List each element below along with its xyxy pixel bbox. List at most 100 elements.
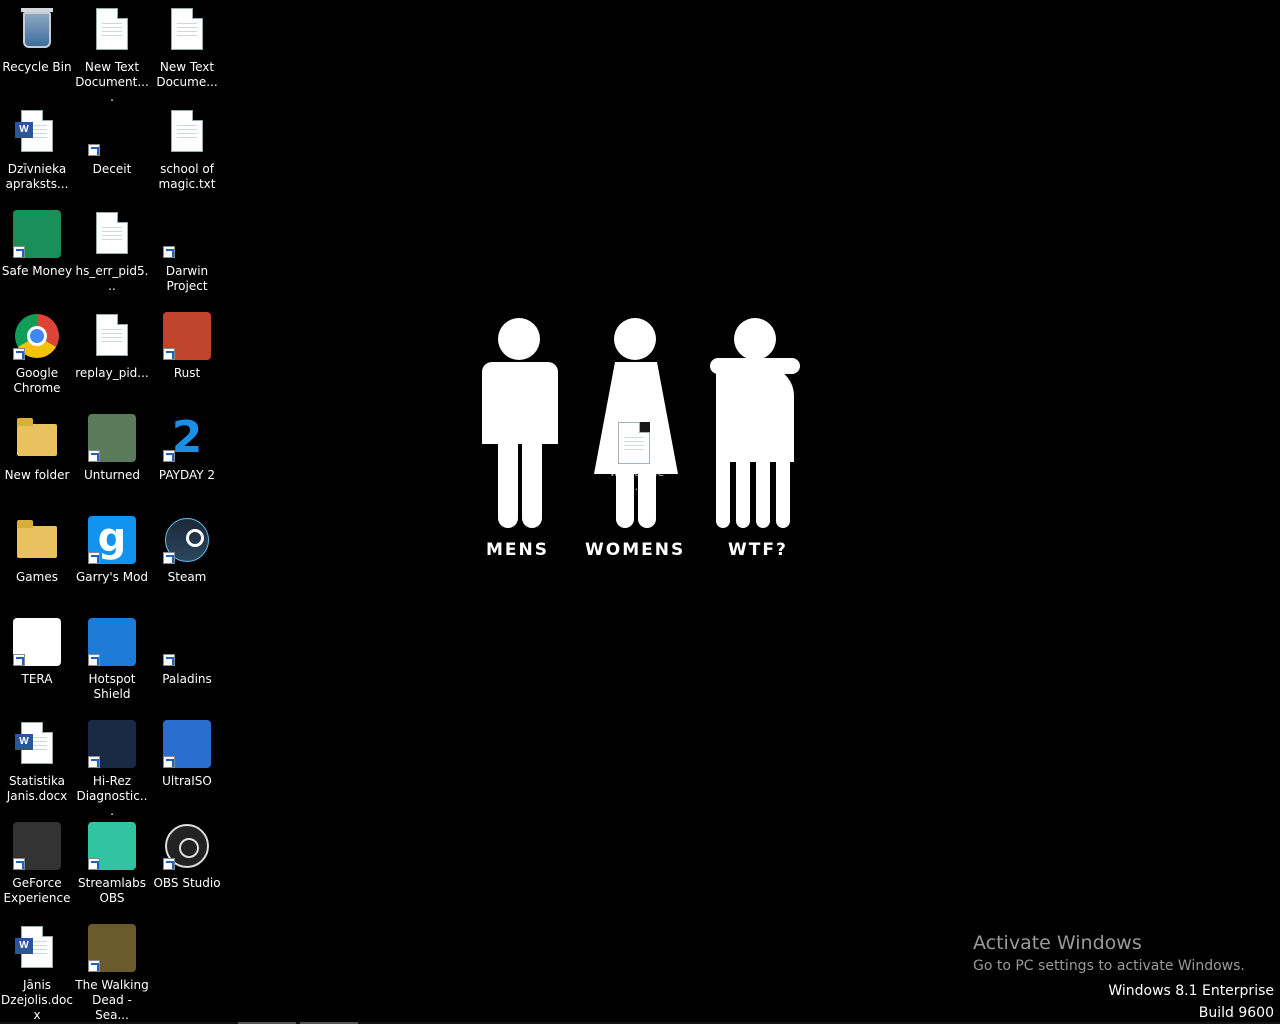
text-file-icon — [88, 6, 136, 54]
desktop-icon[interactable]: replay_pid... — [75, 312, 149, 381]
desktop-icon[interactable]: New Text Docume... — [150, 6, 224, 90]
wallpaper-label-womens: WOMENS — [585, 540, 686, 560]
garrys-mod-icon: g — [88, 516, 136, 564]
desktop-icon[interactable]: Rust — [150, 312, 224, 381]
geforce-icon — [13, 822, 61, 870]
desktop-icon-label: Dzīvnieka apraksts... — [5, 162, 69, 191]
hotspot-shield-icon — [88, 618, 136, 666]
desktop-icon[interactable]: Google Chrome — [0, 312, 74, 396]
recycle-bin-icon — [13, 6, 61, 54]
folder-icon — [13, 516, 61, 564]
desktop-icon[interactable]: W Dzīvnieka apraksts... — [0, 108, 74, 192]
ultraiso-icon — [163, 720, 211, 768]
desktop-icon-label: Hotspot Shield — [88, 672, 136, 701]
folder-icon — [13, 414, 61, 462]
mens-figure-leg-left — [498, 440, 518, 528]
desktop-icon[interactable]: Recycle Bin — [0, 6, 74, 75]
desktop-icon-label: hs_err_pid5... — [75, 264, 149, 293]
desktop-icon[interactable]: 2 PAYDAY 2 — [150, 414, 224, 483]
desktop-icon-label: Rust — [173, 366, 201, 380]
obs-icon — [163, 822, 211, 870]
desktop-icon[interactable]: GeForce Experience — [0, 822, 74, 906]
wtf-figure-body — [716, 366, 794, 462]
safe-money-icon — [13, 210, 61, 258]
text-file-icon — [88, 312, 136, 360]
activate-title: Activate Windows — [973, 932, 1142, 954]
build-text: Build 9600 — [1198, 1005, 1274, 1021]
wtf-figure-leg-1 — [716, 456, 730, 528]
desktop-icon[interactable]: TERA — [0, 618, 74, 687]
desktop-icon-label: Unturned — [83, 468, 141, 482]
womens-figure-head — [614, 318, 656, 360]
tera-icon — [13, 618, 61, 666]
desktop-icon[interactable]: Streamlabs OBS — [75, 822, 149, 906]
desktop-icon-label: Games — [16, 570, 58, 584]
desktop-icon-label: Statistika Janis.docx — [6, 774, 68, 803]
desktop-icon-label: New Text Docume... — [156, 60, 218, 89]
wtf-figure-leg-4 — [776, 456, 790, 528]
wtf-figure-head — [734, 318, 776, 360]
desktop-icon[interactable]: Darwin Project — [150, 210, 224, 294]
desktop-icon-label: GeForce Experience — [3, 876, 71, 905]
chrome-icon — [13, 312, 61, 360]
desktop-icon[interactable]: Games — [0, 516, 74, 585]
wtf-figure-leg-3 — [756, 456, 770, 528]
activate-subtitle: Go to PC settings to activate Windows. — [973, 958, 1245, 974]
rust-icon — [163, 312, 211, 360]
payday2-icon: 2 — [163, 414, 211, 462]
desktop-icon[interactable]: Deceit — [75, 108, 149, 177]
desktop-icon-label: school of magic.txt — [158, 162, 216, 191]
deceit-icon — [88, 108, 136, 156]
desktop-icon[interactable]: Hi-Rez Diagnostic... — [75, 720, 149, 819]
paladins-icon — [163, 618, 211, 666]
hirez-icon — [88, 720, 136, 768]
desktop-icon-label: Jānis Dzejolis.docx — [1, 978, 73, 1022]
desktop-icon-label: Paladins — [162, 672, 212, 686]
desktop-icon-label: New Text Document.... — [75, 60, 149, 104]
desktop-icon[interactable]: The Walking Dead - Sea... — [75, 924, 149, 1023]
activation-watermark: Activate Windows Go to PC settings to ac… — [973, 932, 1245, 975]
desktop-icon-label: Hi-Rez Diagnostic... — [76, 774, 148, 818]
desktop-icon[interactable]: W Jānis Dzejolis.docx — [0, 924, 74, 1023]
desktop-icon-label: Google Chrome — [13, 366, 61, 395]
desktop-icon[interactable]: W Statistika Janis.docx — [0, 720, 74, 804]
desktop-icon[interactable]: hs_err_pid5... — [75, 210, 149, 294]
wallpaper-label-mens: MENS — [486, 540, 550, 560]
desktop-icon-label: Recycle Bin — [2, 60, 72, 74]
windows-edition: Windows 8.1 Enterprise Build 9600 — [1108, 980, 1274, 1024]
desktop-icon[interactable]: Steam — [150, 516, 224, 585]
unturned-icon — [88, 414, 136, 462]
desktop-icon[interactable]: New folder — [0, 414, 74, 483]
word-document-icon: W — [13, 108, 61, 156]
desktop-icon[interactable]: OBS Studio — [150, 822, 224, 891]
desktop-icon-label: replay_pid... — [75, 366, 149, 380]
desktop-icon[interactable]: UltraISO — [150, 720, 224, 789]
streamlabs-icon — [88, 822, 136, 870]
desktop-icon[interactable]: Unturned — [75, 414, 149, 483]
desktop-icon-label: New folder — [4, 468, 70, 482]
desktop-icon[interactable]: Hotspot Shield — [75, 618, 149, 702]
text-file-icon — [163, 6, 211, 54]
desktop-icon-label: OBS Studio — [153, 876, 221, 890]
word-document-icon: W — [13, 924, 61, 972]
mens-figure-body — [482, 362, 558, 444]
desktop-icon[interactable]: g Garry's Mod — [75, 516, 149, 585]
desktop-icon[interactable]: Safe Money — [0, 210, 74, 279]
desktop-icon-label: Deceit — [92, 162, 132, 176]
desktop-icon-label: Darwin Project — [165, 264, 209, 293]
desktop-icon-label: Steam — [167, 570, 207, 584]
steam-icon — [163, 516, 211, 564]
mens-figure-head — [498, 318, 540, 360]
desktop-icon[interactable]: school of magic.txt — [150, 108, 224, 192]
desktop-icon[interactable]: Paladins — [150, 618, 224, 687]
desktop-icon[interactable]: New Text Document.... — [75, 6, 149, 105]
edition-text: Windows 8.1 Enterprise — [1108, 983, 1274, 999]
desktop-icon-label: UltraISO — [162, 774, 212, 788]
desktop-icon-label: Safe Money — [1, 264, 73, 278]
darwin-project-icon — [163, 210, 211, 258]
wallpaper-label-wtf: WTF? — [728, 540, 788, 560]
text-file-icon — [618, 422, 650, 464]
word-document-icon: W — [13, 720, 61, 768]
mens-figure-leg-right — [522, 440, 542, 528]
desktop-icon-label: PAYDAY 2 — [158, 468, 216, 482]
